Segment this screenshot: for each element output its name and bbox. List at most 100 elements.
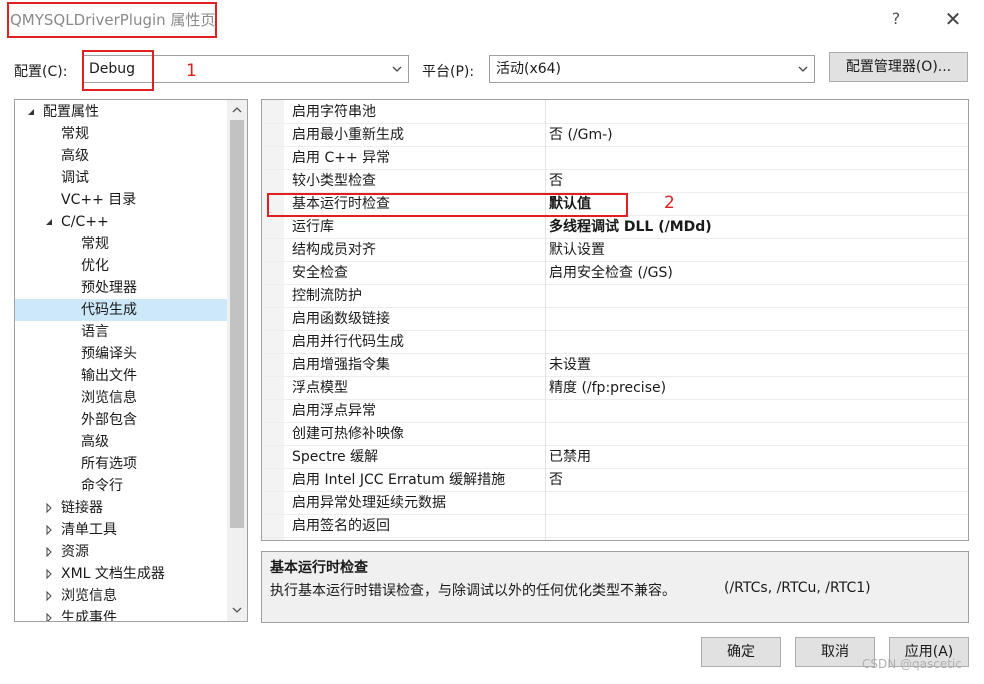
tree-item[interactable]: 资源	[15, 541, 227, 563]
property-name: 启用浮点异常	[292, 403, 376, 419]
tree-item-label: 命令行	[81, 478, 123, 494]
expanded-triangle-icon[interactable]	[43, 216, 55, 228]
tree-item-label: 链接器	[61, 500, 103, 516]
annotation-box-title	[7, 2, 217, 38]
ok-button[interactable]: 确定	[701, 637, 781, 667]
property-value[interactable]: 多线程调试 DLL (/MDd)	[549, 216, 712, 238]
property-name: 启用 Intel JCC Erratum 缓解措施	[292, 472, 506, 488]
property-row[interactable]: 较小类型检查 否	[262, 170, 968, 193]
scroll-down-icon[interactable]	[232, 605, 242, 615]
tree-item-label: 输出文件	[81, 368, 137, 384]
tree-scroll-thumb[interactable]	[230, 120, 244, 528]
tree-item[interactable]: 配置属性	[15, 101, 227, 123]
tree-item-label: 高级	[61, 148, 89, 164]
property-row[interactable]: 启用 Intel JCC Erratum 缓解措施 否	[262, 469, 968, 492]
property-name: 创建可热修补映像	[292, 426, 404, 442]
property-row[interactable]: Spectre 缓解 已禁用	[262, 446, 968, 469]
tree-item-label: 常规	[81, 236, 109, 252]
config-manager-button[interactable]: 配置管理器(O)...	[829, 52, 968, 82]
tree-item[interactable]: 代码生成	[15, 299, 227, 321]
tree-item[interactable]: 语言	[15, 321, 227, 343]
tree-item[interactable]: C/C++	[15, 211, 227, 233]
grid-column-divider[interactable]	[545, 100, 546, 540]
property-name: 浮点模型	[292, 380, 348, 396]
tree-item-label: 常规	[61, 126, 89, 142]
tree-item-label: 所有选项	[81, 456, 137, 472]
tree-item[interactable]: 优化	[15, 255, 227, 277]
tree-item[interactable]: XML 文档生成器	[15, 563, 227, 585]
tree-item[interactable]: VC++ 目录	[15, 189, 227, 211]
property-name: 较小类型检查	[292, 173, 376, 189]
platform-combo[interactable]: 活动(x64)	[489, 55, 815, 83]
platform-label: 平台(P):	[422, 64, 475, 80]
property-row[interactable]: 启用异常处理延续元数据	[262, 492, 968, 515]
tree-item[interactable]: 外部包含	[15, 409, 227, 431]
property-value[interactable]: 未设置	[549, 354, 591, 376]
close-button[interactable]: ✕	[938, 6, 968, 34]
help-button[interactable]: ?	[884, 8, 908, 32]
annotation-number-2: 2	[664, 193, 675, 213]
property-row[interactable]: 运行库 多线程调试 DLL (/MDd)	[262, 216, 968, 239]
chevron-down-icon	[392, 66, 402, 72]
tree-item[interactable]: 输出文件	[15, 365, 227, 387]
property-row[interactable]: 启用函数级链接	[262, 308, 968, 331]
watermark: CSDN @qascetic	[862, 657, 962, 671]
tree-item[interactable]: 预编译头	[15, 343, 227, 365]
property-row[interactable]: 创建可热修补映像	[262, 423, 968, 446]
property-row[interactable]: 启用并行代码生成	[262, 331, 968, 354]
property-value[interactable]: 已禁用	[549, 446, 591, 468]
property-row[interactable]: 浮点模型 精度 (/fp:precise)	[262, 377, 968, 400]
tree-item-label: 调试	[61, 170, 89, 186]
expanded-triangle-icon[interactable]	[25, 106, 37, 118]
property-row[interactable]: 启用 C++ 异常	[262, 147, 968, 170]
tree-item[interactable]: 浏览信息	[15, 585, 227, 607]
collapsed-triangle-icon[interactable]	[43, 612, 55, 622]
tree-item[interactable]: 调试	[15, 167, 227, 189]
description-panel: 基本运行时检查 执行基本运行时错误检查，与除调试以外的任何优化类型不兼容。 (/…	[261, 551, 969, 623]
tree-item[interactable]: 浏览信息	[15, 387, 227, 409]
property-row[interactable]: 启用浮点异常	[262, 400, 968, 423]
collapsed-triangle-icon[interactable]	[43, 568, 55, 580]
tree-item[interactable]: 链接器	[15, 497, 227, 519]
tree-item[interactable]: 预处理器	[15, 277, 227, 299]
property-name: Spectre 缓解	[292, 449, 379, 465]
description-title: 基本运行时检查	[270, 560, 368, 576]
property-value[interactable]: 默认设置	[549, 239, 605, 261]
scroll-up-icon[interactable]	[232, 105, 242, 115]
collapsed-triangle-icon[interactable]	[43, 546, 55, 558]
property-row[interactable]: 启用签名的返回	[262, 515, 968, 538]
tree-scrollbar[interactable]	[227, 100, 247, 621]
property-value[interactable]: 否	[549, 170, 563, 192]
property-row[interactable]: 控制流防护	[262, 285, 968, 308]
tree-item[interactable]: 高级	[15, 145, 227, 167]
tree-item-label: 资源	[61, 544, 89, 560]
tree-item-label: 优化	[81, 258, 109, 274]
collapsed-triangle-icon[interactable]	[43, 590, 55, 602]
collapsed-triangle-icon[interactable]	[43, 502, 55, 514]
property-row[interactable]: 启用最小重新生成 否 (/Gm-)	[262, 124, 968, 147]
tree-item[interactable]: 高级	[15, 431, 227, 453]
config-label: 配置(C):	[14, 64, 68, 80]
property-grid[interactable]: 启用字符串池 启用最小重新生成否 (/Gm-) 启用 C++ 异常 较小类型检查否基本…	[261, 99, 969, 541]
property-name: 启用字符串池	[292, 104, 376, 120]
property-row[interactable]: 启用字符串池	[262, 101, 968, 124]
property-value[interactable]: 否	[549, 469, 563, 491]
property-row[interactable]: 结构成员对齐 默认设置	[262, 239, 968, 262]
tree-item[interactable]: 常规	[15, 233, 227, 255]
description-codes: (/RTCs, /RTCu, /RTC1)	[724, 580, 871, 596]
property-tree[interactable]: 配置属性 常规 高级 调试 VC++ 目录 C/C++ 常规 优化 预处理器 代码生成 语言 预编译头…	[14, 99, 248, 622]
tree-item-label: C/C++	[61, 214, 109, 230]
tree-item[interactable]: 清单工具	[15, 519, 227, 541]
tree-item[interactable]: 生成事件	[15, 607, 227, 622]
property-value[interactable]: 精度 (/fp:precise)	[549, 377, 666, 399]
tree-item[interactable]: 所有选项	[15, 453, 227, 475]
property-row[interactable]: 启用增强指令集 未设置	[262, 354, 968, 377]
tree-item-label: 清单工具	[61, 522, 117, 538]
property-value[interactable]: 否 (/Gm-)	[549, 124, 613, 146]
tree-item[interactable]: 命令行	[15, 475, 227, 497]
property-value[interactable]: 启用安全检查 (/GS)	[549, 262, 673, 284]
collapsed-triangle-icon[interactable]	[43, 524, 55, 536]
tree-item[interactable]: 常规	[15, 123, 227, 145]
property-row[interactable]: 安全检查 启用安全检查 (/GS)	[262, 262, 968, 285]
tree-item-label: VC++ 目录	[61, 192, 137, 208]
